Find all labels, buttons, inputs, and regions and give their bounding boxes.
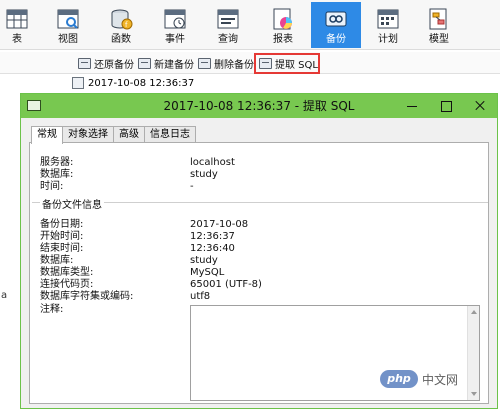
model-icon xyxy=(429,8,447,30)
end-time-label: 结束时间: xyxy=(40,243,84,254)
notes-label: 注释: xyxy=(40,304,64,315)
end-time-value: 12:36:40 xyxy=(190,243,235,254)
maximize-button[interactable] xyxy=(429,94,463,118)
scroll-up-icon[interactable] xyxy=(471,310,477,314)
database-type-label: 数据库类型: xyxy=(40,267,94,278)
partial-text: a xyxy=(1,290,8,301)
toolbar-table-button[interactable]: 表 xyxy=(0,2,42,48)
dialog-tabs: 常规 对象选择 高级 信息日志 xyxy=(31,126,196,144)
delete-backup-icon xyxy=(198,57,211,69)
toolbar-view-button[interactable]: 视图 xyxy=(43,2,93,48)
query-icon xyxy=(217,9,239,29)
extract-sql-highlight xyxy=(254,53,320,74)
toolbar-backup-button[interactable]: 备份 xyxy=(311,2,361,48)
backup-icon xyxy=(325,11,347,27)
toolbar-schedule-button[interactable]: 计划 xyxy=(363,2,413,48)
toolbar-query-label: 查询 xyxy=(218,34,238,45)
backup-list-item[interactable]: 2017-10-08 12:36:37 xyxy=(72,77,194,89)
notes-scrollbar[interactable] xyxy=(467,306,479,400)
dialog-titlebar[interactable]: 2017-10-08 12:36:37 - 提取 SQL xyxy=(21,94,497,118)
backup-date-value: 2017-10-08 xyxy=(190,219,249,230)
function-icon: f xyxy=(111,9,133,30)
database-label: 数据库: xyxy=(40,169,74,180)
time-value: - xyxy=(190,181,194,192)
new-backup-icon xyxy=(138,57,151,69)
close-button[interactable] xyxy=(463,94,497,118)
tab-object-selection[interactable]: 对象选择 xyxy=(62,126,114,143)
window-controls xyxy=(395,94,497,118)
backup-subtoolbar: 还原备份 新建备份 删除备份 提取 SQL xyxy=(0,52,500,74)
scroll-down-icon[interactable] xyxy=(471,392,477,396)
schedule-icon xyxy=(377,9,399,29)
toolbar-model-label: 模型 xyxy=(429,34,449,45)
backup-list-item-label: 2017-10-08 12:36:37 xyxy=(88,77,195,89)
tab-message-log[interactable]: 信息日志 xyxy=(144,126,196,143)
toolbar-backup-label: 备份 xyxy=(326,34,346,45)
view-icon xyxy=(57,9,79,29)
tab-advanced[interactable]: 高级 xyxy=(113,126,145,143)
toolbar-function-button[interactable]: f 函数 xyxy=(96,2,146,48)
event-icon xyxy=(164,9,186,29)
toolbar-report-label: 报表 xyxy=(273,34,293,45)
code-page-value: 65001 (UTF-8) xyxy=(190,279,262,290)
charset-label: 数据库字符集或编码: xyxy=(40,291,134,302)
backup-file-icon xyxy=(72,77,84,89)
new-backup-button[interactable]: 新建备份 xyxy=(138,55,194,71)
new-backup-label: 新建备份 xyxy=(154,59,194,71)
php-logo: php xyxy=(380,370,418,388)
code-page-label: 连接代码页: xyxy=(40,279,94,290)
database-value: study xyxy=(190,169,218,180)
toolbar-function-label: 函数 xyxy=(111,34,131,45)
server-value: localhost xyxy=(190,157,235,168)
report-icon xyxy=(273,8,292,30)
table-icon xyxy=(6,9,28,29)
site-watermark: php 中文网 xyxy=(380,370,458,388)
toolbar-report-button[interactable]: 报表 xyxy=(258,2,308,48)
server-label: 服务器: xyxy=(40,157,74,168)
minimize-button[interactable] xyxy=(395,94,429,118)
toolbar-query-button[interactable]: 查询 xyxy=(203,2,253,48)
toolbar-event-label: 事件 xyxy=(165,34,185,45)
delete-backup-label: 删除备份 xyxy=(214,59,254,71)
general-tab-panel: 服务器: localhost 数据库: study 时间: - 备份文件信息 备… xyxy=(29,142,489,404)
database-type-value: MySQL xyxy=(190,267,225,278)
start-time-value: 12:36:37 xyxy=(190,231,235,242)
backup-date-label: 备份日期: xyxy=(40,219,84,230)
charset-value: utf8 xyxy=(190,291,211,302)
watermark-text: 中文网 xyxy=(422,372,459,387)
restore-backup-button[interactable]: 还原备份 xyxy=(78,55,134,71)
main-toolbar: 表 视图 f 函数 事件 查询 报表 备份 计划 模型 xyxy=(0,0,500,50)
time-label: 时间: xyxy=(40,181,64,192)
backup-database-value: study xyxy=(190,255,218,266)
toolbar-event-button[interactable]: 事件 xyxy=(150,2,200,48)
restore-backup-icon xyxy=(78,57,91,69)
toolbar-schedule-label: 计划 xyxy=(378,34,398,45)
start-time-label: 开始时间: xyxy=(40,231,84,242)
toolbar-table-label: 表 xyxy=(12,34,22,45)
restore-backup-label: 还原备份 xyxy=(94,59,134,71)
delete-backup-button[interactable]: 删除备份 xyxy=(198,55,254,71)
extract-sql-dialog: 2017-10-08 12:36:37 - 提取 SQL 常规 对象选择 高级 … xyxy=(20,93,498,409)
toolbar-view-label: 视图 xyxy=(58,34,78,45)
toolbar-model-button[interactable]: 模型 xyxy=(414,2,464,48)
tab-general[interactable]: 常规 xyxy=(31,126,63,144)
backup-database-label: 数据库: xyxy=(40,255,74,266)
backup-info-group-title: 备份文件信息 xyxy=(40,196,104,211)
